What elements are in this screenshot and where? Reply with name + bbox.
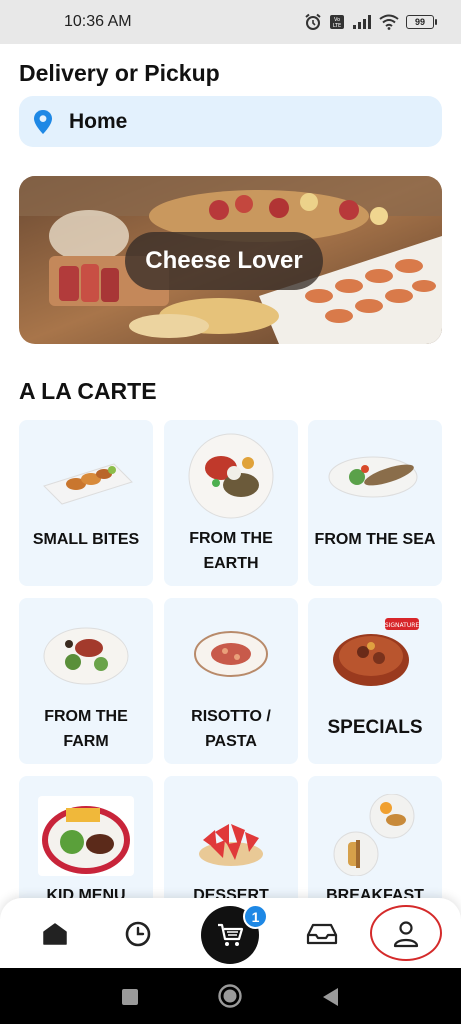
- back-button[interactable]: [319, 986, 341, 1008]
- category-card-from-the-earth[interactable]: FROM THE EARTH: [164, 420, 298, 586]
- system-navigation-bar: [0, 968, 461, 1024]
- small-bites-image: [19, 434, 153, 518]
- category-card-kid-menu[interactable]: KID MENU: [19, 776, 153, 898]
- from-the-sea-image: [308, 434, 442, 518]
- banner-title: Cheese Lover: [125, 232, 323, 290]
- category-card-specials[interactable]: SIGNATURE SPECIALS: [308, 598, 442, 764]
- recents-button[interactable]: [119, 986, 141, 1008]
- profile-highlight-ring: [370, 905, 442, 961]
- menu-section-title: A LA CARTE: [19, 378, 157, 404]
- alarm-icon: [305, 13, 321, 30]
- category-label: KID MENU: [46, 887, 126, 898]
- from-the-earth-image: [164, 433, 298, 519]
- category-card-from-the-farm[interactable]: FROM THE FARM: [19, 598, 153, 764]
- category-card-small-bites[interactable]: SMALL BITES: [19, 420, 153, 586]
- status-time: 10:36 AM: [64, 13, 132, 30]
- history-icon: [125, 921, 151, 947]
- category-label: FROM THE SEA: [314, 531, 436, 548]
- battery-level: 99: [406, 15, 434, 29]
- category-grid: SMALL BITES FROM THE EARTH FROM THE SEA: [19, 420, 442, 898]
- category-label: SPECIALS: [327, 717, 423, 738]
- system-home-icon: [218, 984, 242, 1008]
- cart-count-badge: 1: [243, 904, 268, 929]
- risotto-pasta-image: [164, 612, 298, 696]
- cart-icon: [218, 923, 244, 946]
- category-label: RISOTTO / PASTA: [191, 708, 271, 750]
- delivery-title: Delivery or Pickup: [19, 60, 220, 86]
- category-label: DESSERT: [193, 887, 269, 898]
- status-bar: 10:36 AM Vo LTE 99: [0, 0, 461, 44]
- category-card-breakfast[interactable]: BREAKFAST: [308, 776, 442, 898]
- location-label: Home: [69, 109, 128, 133]
- signal-icon: [353, 15, 371, 29]
- svg-text:SIGNATURE: SIGNATURE: [385, 622, 420, 629]
- location-pin-icon: [34, 109, 52, 134]
- battery-icon: 99: [406, 15, 437, 29]
- recents-icon: [122, 989, 138, 1005]
- category-card-risotto-pasta[interactable]: RISOTTO / PASTA: [164, 598, 298, 764]
- category-card-from-the-sea[interactable]: FROM THE SEA: [308, 420, 442, 586]
- category-label: FROM THE FARM: [44, 708, 128, 750]
- nav-home[interactable]: [38, 918, 72, 950]
- breakfast-image: [308, 792, 442, 878]
- category-label: BREAKFAST: [326, 887, 424, 898]
- category-label: FROM THE EARTH: [189, 530, 273, 572]
- inbox-icon: [306, 923, 338, 945]
- dessert-image: [164, 798, 298, 882]
- from-the-farm-image: [19, 612, 153, 696]
- home-icon: [43, 923, 67, 945]
- back-icon: [323, 988, 338, 1006]
- kid-menu-image: [19, 794, 153, 878]
- home-button[interactable]: [217, 983, 243, 1009]
- specials-image: SIGNATURE: [308, 612, 442, 696]
- category-card-dessert[interactable]: DESSERT: [164, 776, 298, 898]
- promo-banner[interactable]: Cheese Lover: [19, 176, 442, 344]
- nav-inbox[interactable]: [305, 918, 339, 950]
- svg-text:LTE: LTE: [333, 23, 341, 29]
- location-selector[interactable]: Home: [19, 96, 442, 147]
- category-label: SMALL BITES: [32, 531, 140, 548]
- volte-icon: Vo LTE: [330, 15, 344, 29]
- status-icons: Vo LTE 99: [304, 13, 437, 31]
- nav-history[interactable]: [121, 918, 155, 950]
- wifi-icon: [379, 14, 399, 30]
